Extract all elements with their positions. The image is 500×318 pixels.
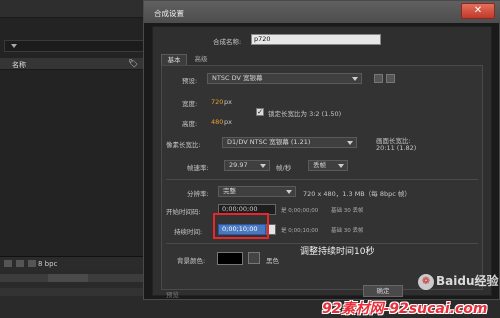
- width-unit: px: [224, 98, 232, 106]
- frame-rate-label: 帧速率:: [187, 164, 209, 172]
- duration-highlight-box: [213, 213, 269, 239]
- column-name-label[interactable]: 名称: [12, 60, 26, 70]
- start-timecode-info: 是 0;00;00;00: [281, 208, 319, 214]
- start-timecode-label: 开始时间码:: [166, 208, 201, 216]
- chevron-down-icon: [286, 190, 292, 194]
- resolution-label: 分辨率:: [187, 190, 209, 198]
- save-preset-icon[interactable]: [374, 74, 383, 83]
- height-label: 高度:: [182, 120, 198, 128]
- folder-icon[interactable]: [4, 260, 12, 267]
- duration-label: 持续时间:: [174, 228, 203, 236]
- preset-value: NTSC DV 宽银幕: [212, 74, 263, 82]
- timeline-row: [0, 288, 150, 296]
- section-divider: [166, 179, 478, 180]
- comp-name-input[interactable]: p720: [251, 34, 381, 45]
- width-label: 宽度:: [182, 100, 198, 108]
- resolution-info: 720 x 480，1.3 MB（每 8bpc 帧）: [303, 190, 411, 198]
- drop-frame-value: 丢帧: [313, 161, 326, 169]
- width-value[interactable]: 720: [211, 98, 223, 106]
- frame-aspect-value: 20:11 (1.82): [376, 144, 417, 152]
- drop-frame-select[interactable]: 丢帧: [308, 160, 348, 171]
- preview-checkbox-label[interactable]: 预览: [166, 289, 179, 299]
- frame-rate-select[interactable]: 29.97: [224, 160, 270, 171]
- start-timecode-base: 基础 30 丢帧: [331, 208, 364, 214]
- frame-rate-value: 29.97: [229, 161, 248, 169]
- ok-button[interactable]: 确定: [363, 285, 403, 297]
- bg-color-swatch[interactable]: [217, 252, 243, 265]
- chevron-down-icon: [260, 164, 266, 168]
- chevron-down-icon: [347, 141, 353, 145]
- chevron-down-icon: [338, 164, 344, 168]
- baidu-watermark: ❁ Baidu经验: [418, 272, 499, 290]
- baidu-paw-icon: ❁: [418, 273, 434, 290]
- frame-rate-unit: 帧/秒: [276, 164, 292, 172]
- timeline-tab[interactable]: [48, 274, 88, 282]
- lock-aspect-label: 锁定长宽比为 3:2 (1.50): [268, 110, 342, 118]
- bpc-label[interactable]: 8 bpc: [38, 260, 57, 268]
- height-unit: px: [224, 118, 232, 126]
- dialog-title-bar[interactable]: 合成设置 ✕: [144, 1, 500, 23]
- bg-color-name: 黑色: [266, 257, 279, 265]
- annotation-text: 调整持续时间10秒: [300, 247, 375, 257]
- baidu-watermark-text: Baidu经验: [436, 274, 499, 288]
- dialog-title: 合成设置: [154, 9, 184, 18]
- trash-icon[interactable]: [386, 74, 395, 83]
- background-dropdown[interactable]: [4, 40, 149, 52]
- flowchart-icon[interactable]: [28, 260, 36, 267]
- chevron-down-icon: [11, 44, 17, 48]
- chevron-down-icon: [352, 77, 358, 81]
- resolution-select[interactable]: 完整: [218, 186, 296, 197]
- close-button[interactable]: ✕: [461, 3, 495, 19]
- duration-info: 是 0;00;10;00: [281, 228, 319, 234]
- bg-color-label: 背景颜色:: [177, 257, 206, 265]
- resolution-value: 完整: [223, 187, 236, 195]
- project-status-bar: 8 bpc: [0, 256, 160, 270]
- pixel-aspect-select[interactable]: D1/DV NTSC 宽银幕 (1.21): [222, 137, 357, 148]
- height-value[interactable]: 480: [211, 118, 223, 126]
- new-comp-icon[interactable]: [16, 260, 24, 267]
- duration-base: 基础 30 丢帧: [331, 228, 364, 234]
- preset-select[interactable]: NTSC DV 宽银幕: [207, 73, 362, 84]
- comp-name-label: 合成名称:: [213, 38, 242, 46]
- eyedropper-icon[interactable]: [248, 252, 260, 264]
- tag-icon[interactable]: 🏷: [128, 59, 138, 68]
- lock-aspect-checkbox[interactable]: ✓: [256, 108, 264, 116]
- pixel-aspect-value: D1/DV NTSC 宽银幕 (1.21): [227, 138, 311, 146]
- pixel-aspect-label: 像素长宽比:: [166, 141, 201, 149]
- preset-label: 预设:: [182, 77, 198, 85]
- site-watermark: 92素材网-92sucai.com: [322, 301, 488, 317]
